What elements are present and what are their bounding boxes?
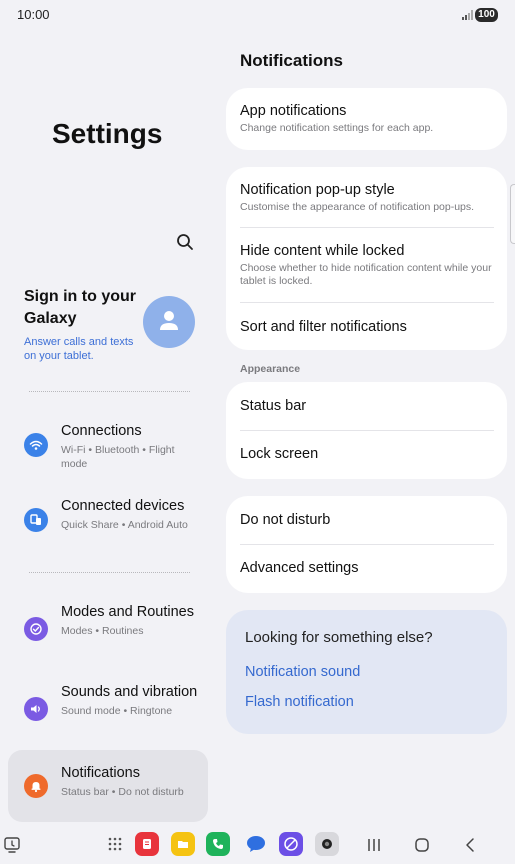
app-notifications-item[interactable]: App notifications Change notification se… — [240, 101, 494, 135]
row-title: Status bar — [240, 398, 307, 414]
row-title: Advanced settings — [240, 560, 359, 576]
card-notification-options: Notification pop-up style Customise the … — [226, 167, 507, 350]
internet-app-icon[interactable] — [279, 832, 303, 856]
do-not-disturb-item[interactable]: Do not disturb — [240, 510, 494, 530]
section-label-appearance: Appearance — [240, 363, 301, 375]
notification-sound-link[interactable]: Notification sound — [245, 664, 360, 680]
row-subtitle: Choose whether to hide notification cont… — [240, 262, 492, 287]
separator — [240, 302, 494, 303]
sidebar-item-subtitle: Modes • Routines — [61, 625, 144, 637]
divider — [29, 572, 190, 573]
hide-content-item[interactable]: Hide content while locked Choose whether… — [240, 241, 494, 288]
sidebar-item-label: Sounds and vibration — [61, 684, 198, 700]
messages-app-icon[interactable] — [244, 832, 268, 856]
row-title: Sort and filter notifications — [240, 319, 407, 335]
sidebar-item-label: Connected devices — [61, 498, 185, 514]
sidebar-item-subtitle: Sound mode • Ringtone — [61, 705, 173, 717]
row-subtitle: Change notification settings for each ap… — [240, 122, 434, 134]
app-drawer-icon — [108, 837, 122, 851]
divider — [29, 391, 190, 392]
wifi-icon — [24, 433, 48, 457]
back-icon — [466, 838, 474, 852]
bell-icon — [24, 774, 48, 798]
camera-app-icon[interactable] — [315, 832, 339, 856]
sidebar-item-label: Connections — [61, 423, 142, 439]
separator — [240, 227, 494, 228]
screenshot-icon — [4, 837, 20, 853]
notes-app-icon[interactable] — [135, 832, 159, 856]
sidebar-item-modes-routines[interactable]: Modes and Routines Modes • Routines — [8, 596, 208, 662]
sidebar-item-subtitle: Status bar • Do not disturb — [61, 786, 184, 798]
status-time: 10:00 — [17, 7, 50, 22]
phone-app-icon[interactable] — [206, 832, 230, 856]
row-title: App notifications — [240, 103, 347, 119]
status-bar-item[interactable]: Status bar — [240, 396, 494, 416]
advanced-settings-item[interactable]: Advanced settings — [240, 558, 494, 578]
sound-icon — [24, 697, 48, 721]
row-title: Lock screen — [240, 446, 319, 462]
status-bar: 10:00 100 — [0, 0, 515, 30]
signal-icon — [462, 10, 473, 20]
search-icon — [177, 234, 193, 250]
app-drawer-button[interactable] — [103, 832, 127, 856]
account-subtitle: Answer calls and texts on your tablet. — [24, 336, 134, 362]
battery-icon: 100 — [475, 8, 498, 22]
settings-menu: Settings Sign in to your Galaxy Answer c… — [0, 30, 216, 826]
popup-style-item[interactable]: Notification pop-up style Customise the … — [240, 180, 494, 214]
home-button[interactable] — [410, 833, 434, 857]
screenshot-button[interactable] — [0, 833, 24, 857]
sidebar-item-label: Notifications — [61, 765, 140, 781]
row-title: Notification pop-up style — [240, 182, 395, 198]
card-appearance: Status bar Lock screen — [226, 382, 507, 479]
row-title: Do not disturb — [240, 512, 331, 528]
row-title: Hide content while locked — [240, 243, 405, 259]
navigation-bar — [0, 826, 515, 864]
recent-apps-button[interactable] — [362, 833, 386, 857]
separator — [240, 544, 494, 545]
search-button[interactable] — [173, 230, 197, 254]
sidebar-item-label: Modes and Routines — [61, 604, 194, 620]
files-app-icon[interactable] — [171, 832, 195, 856]
recent-apps-icon — [368, 839, 380, 851]
edge-panel-handle[interactable] — [510, 184, 515, 244]
flash-notification-link[interactable]: Flash notification — [245, 694, 354, 710]
suggestions-title: Looking for something else? — [245, 629, 433, 646]
account-title: Sign in to your Galaxy — [24, 288, 136, 327]
card-more: Do not disturb Advanced settings — [226, 496, 507, 593]
connected-devices-icon — [24, 508, 48, 532]
lock-screen-item[interactable]: Lock screen — [240, 444, 494, 464]
sidebar-item-connections[interactable]: Connections Wi-Fi • Bluetooth • Flight m… — [8, 415, 208, 475]
sidebar-item-subtitle: Quick Share • Android Auto — [61, 519, 188, 531]
sidebar-item-notifications[interactable]: Notifications Status bar • Do not distur… — [8, 750, 208, 822]
person-icon — [160, 311, 178, 330]
modes-icon — [24, 617, 48, 641]
sort-filter-item[interactable]: Sort and filter notifications — [240, 317, 494, 337]
avatar[interactable] — [143, 296, 195, 348]
back-button[interactable] — [458, 833, 482, 857]
pane-title: Notifications — [240, 51, 343, 70]
card-app-notifications: App notifications Change notification se… — [226, 88, 507, 150]
suggestions-card: Looking for something else? Notification… — [226, 610, 507, 734]
row-subtitle: Customise the appearance of notification… — [240, 201, 475, 213]
page-title: Settings — [52, 118, 163, 149]
sidebar-item-sounds-vibration[interactable]: Sounds and vibration Sound mode • Ringto… — [8, 676, 208, 742]
separator — [240, 430, 494, 431]
home-icon — [415, 838, 429, 852]
sidebar-item-subtitle: Wi-Fi • Bluetooth • Flight mode — [61, 444, 175, 470]
sidebar-item-connected-devices[interactable]: Connected devices Quick Share • Android … — [8, 490, 208, 550]
galaxy-account[interactable]: Sign in to your Galaxy Answer calls and … — [24, 286, 144, 363]
